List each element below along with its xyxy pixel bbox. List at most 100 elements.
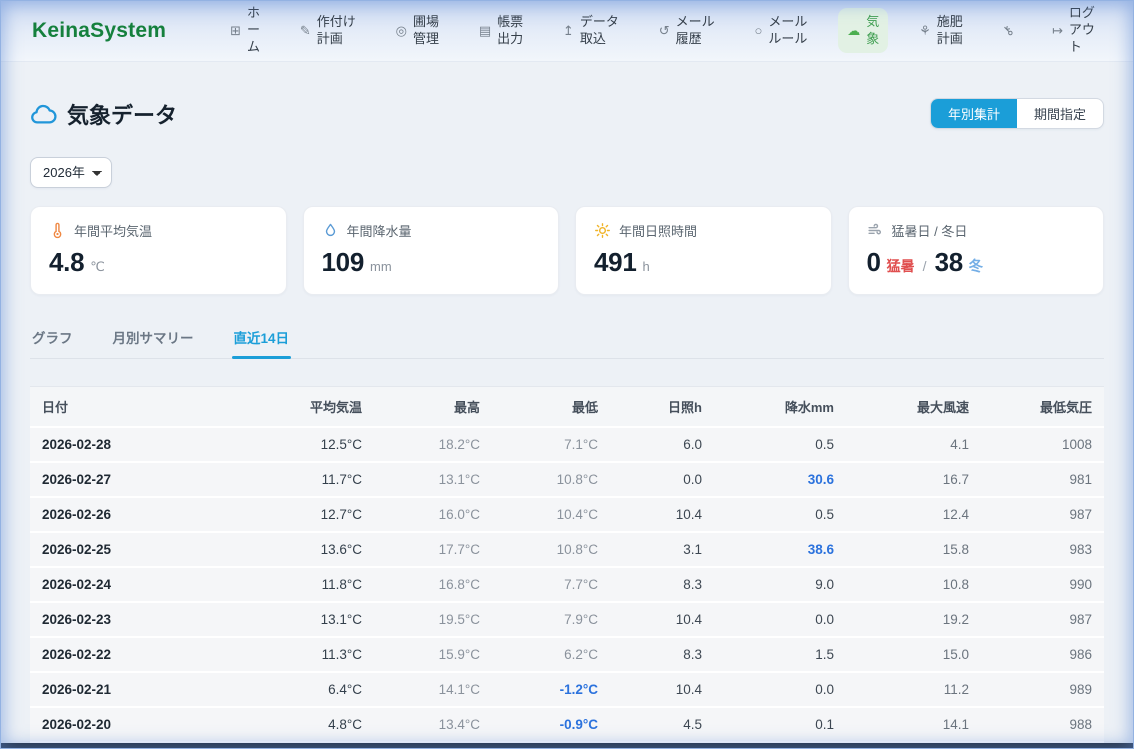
wind-icon bbox=[867, 222, 884, 239]
stat-cards: 年間平均気温 4.8 ℃ 年間降水量 109 mm bbox=[30, 206, 1104, 295]
cell-wind: 4.1 bbox=[846, 427, 981, 462]
cell-avg-temp: 12.5°C bbox=[256, 427, 374, 462]
cell-pressure: 987 bbox=[981, 602, 1104, 637]
cell-rain: 30.6 bbox=[714, 462, 846, 497]
cell-wind: 15.0 bbox=[846, 637, 981, 672]
nav-item-report-output[interactable]: ▤ 帳票 出力 bbox=[470, 8, 532, 54]
main: 気象データ 年別集計 期間指定 2026年 年間平均気温 bbox=[0, 62, 1134, 749]
cell-max-temp: 17.7°C bbox=[374, 532, 492, 567]
cell-sunshine: 10.4 bbox=[610, 497, 714, 532]
cell-pressure: 983 bbox=[981, 532, 1104, 567]
cell-wind: 19.2 bbox=[846, 602, 981, 637]
cell-pressure: 989 bbox=[981, 672, 1104, 707]
cell-pressure: 987 bbox=[981, 497, 1104, 532]
column-header: 最高 bbox=[374, 387, 492, 428]
cell-date: 2026-02-21 bbox=[30, 672, 256, 707]
cell-avg-temp: 13.6°C bbox=[256, 532, 374, 567]
cell-wind: 15.8 bbox=[846, 532, 981, 567]
bottom-edge bbox=[0, 743, 1134, 749]
cell-sunshine: 10.4 bbox=[610, 672, 714, 707]
nav-item-field-management[interactable]: ◎ 圃場 管理 bbox=[387, 8, 448, 54]
stat-hot-days-label: 猛暑 bbox=[887, 256, 915, 276]
cell-min-temp: 7.7°C bbox=[492, 567, 610, 602]
table-body: 2026-02-28 12.5°C 18.2°C 7.1°C 6.0 0.5 4… bbox=[30, 427, 1104, 749]
cell-min-temp: 6.2°C bbox=[492, 637, 610, 672]
table-row: 2026-02-22 11.3°C 15.9°C 6.2°C 8.3 1.5 1… bbox=[30, 637, 1104, 672]
cell-max-temp: 15.9°C bbox=[374, 637, 492, 672]
cell-max-temp: 13.4°C bbox=[374, 707, 492, 742]
cell-min-temp: 10.4°C bbox=[492, 497, 610, 532]
column-header: 降水mm bbox=[714, 387, 846, 428]
map-pin-icon: ◎ bbox=[396, 24, 407, 37]
stat-value: 4.8 bbox=[49, 247, 84, 278]
nav-item-planting-plan[interactable]: ✎ 作付け 計画 bbox=[291, 8, 365, 54]
cell-pressure: 988 bbox=[981, 707, 1104, 742]
tab-graph[interactable]: グラフ bbox=[30, 323, 75, 358]
sun-icon bbox=[594, 222, 611, 239]
stat-label: 年間平均気温 bbox=[74, 221, 152, 240]
stat-unit: h bbox=[642, 259, 649, 274]
app-window: KeinaSystem ⊞ ホ ー ム ✎ 作付け 計画 ◎ 圃場 管理 ▤ 帳… bbox=[0, 0, 1134, 749]
cell-max-temp: 18.2°C bbox=[374, 427, 492, 462]
cell-max-temp: 13.1°C bbox=[374, 462, 492, 497]
stat-value: 109 bbox=[322, 247, 364, 278]
cell-avg-temp: 11.3°C bbox=[256, 637, 374, 672]
stat-card-avg-temp: 年間平均気温 4.8 ℃ bbox=[30, 206, 287, 295]
cell-avg-temp: 11.7°C bbox=[256, 462, 374, 497]
sprout-icon: ⚘ bbox=[919, 24, 931, 37]
column-header: 平均気温 bbox=[256, 387, 374, 428]
column-header: 最低 bbox=[492, 387, 610, 428]
stat-label: 年間日照時間 bbox=[619, 221, 697, 240]
cell-max-temp: 14.1°C bbox=[374, 672, 492, 707]
cell-wind: 12.4 bbox=[846, 497, 981, 532]
upload-icon: ↥ bbox=[563, 24, 574, 37]
key-icon: ⚷ bbox=[999, 23, 1015, 39]
nav-item-logout[interactable]: ↦ ログ アウ ト bbox=[1043, 0, 1104, 62]
cell-rain: 0.0 bbox=[714, 672, 846, 707]
column-header: 最低気圧 bbox=[981, 387, 1104, 428]
history-icon: ↺ bbox=[659, 24, 670, 37]
cloud-icon bbox=[30, 101, 57, 128]
nav-item-fertilizer-plan[interactable]: ⚘ 施肥 計画 bbox=[910, 8, 972, 54]
toggle-period-button[interactable]: 期間指定 bbox=[1017, 99, 1103, 128]
cell-date: 2026-02-22 bbox=[30, 637, 256, 672]
cell-rain: 38.6 bbox=[714, 532, 846, 567]
nav-item-mail-history[interactable]: ↺ メール 履歴 bbox=[650, 8, 724, 54]
cloud-icon: ☁ bbox=[847, 24, 860, 37]
table-row: 2026-02-26 12.7°C 16.0°C 10.4°C 10.4 0.5… bbox=[30, 497, 1104, 532]
title-row: 気象データ 年別集計 期間指定 bbox=[30, 98, 1104, 130]
cell-pressure: 981 bbox=[981, 462, 1104, 497]
cell-wind: 10.8 bbox=[846, 567, 981, 602]
year-select[interactable]: 2026年 bbox=[30, 157, 112, 188]
nav-item-password[interactable]: ⚷ bbox=[994, 18, 1022, 43]
circle-icon: ○ bbox=[755, 24, 763, 37]
cell-rain: 0.5 bbox=[714, 427, 846, 462]
table-row: 2026-02-28 12.5°C 18.2°C 7.1°C 6.0 0.5 4… bbox=[30, 427, 1104, 462]
table-header-row: 日付 平均気温 最高 最低 日照h 降水mm 最大風速 最低気圧 bbox=[30, 387, 1104, 428]
cell-pressure: 986 bbox=[981, 637, 1104, 672]
table-row: 2026-02-20 4.8°C 13.4°C -0.9°C 4.5 0.1 1… bbox=[30, 707, 1104, 742]
toggle-yearly-button[interactable]: 年別集計 bbox=[931, 99, 1017, 128]
cell-sunshine: 3.1 bbox=[610, 532, 714, 567]
stat-winter-days-value: 38 bbox=[935, 247, 963, 278]
stat-unit: mm bbox=[370, 259, 392, 274]
column-header: 日付 bbox=[30, 387, 256, 428]
tab-monthly-summary[interactable]: 月別サマリー bbox=[111, 323, 196, 358]
stat-label: 年間降水量 bbox=[347, 221, 412, 240]
tab-recent-14days[interactable]: 直近14日 bbox=[232, 323, 292, 358]
cell-avg-temp: 12.7°C bbox=[256, 497, 374, 532]
thermometer-icon bbox=[49, 222, 66, 239]
cell-pressure: 990 bbox=[981, 567, 1104, 602]
year-select-wrap: 2026年 bbox=[30, 157, 1104, 188]
nav-item-mail-rules[interactable]: ○ メール ルール bbox=[746, 8, 817, 54]
cell-max-temp: 19.5°C bbox=[374, 602, 492, 637]
brand-logo[interactable]: KeinaSystem bbox=[32, 19, 166, 43]
stat-value: 491 bbox=[594, 247, 636, 278]
nav-item-home[interactable]: ⊞ ホ ー ム bbox=[221, 0, 269, 62]
header: KeinaSystem ⊞ ホ ー ム ✎ 作付け 計画 ◎ 圃場 管理 ▤ 帳… bbox=[0, 0, 1134, 62]
weather-table: 日付 平均気温 最高 最低 日照h 降水mm 最大風速 最低気圧 2026-02… bbox=[30, 386, 1104, 749]
nav-item-data-import[interactable]: ↥ データ 取込 bbox=[554, 8, 628, 54]
cell-wind: 11.2 bbox=[846, 672, 981, 707]
tab-bar: グラフ 月別サマリー 直近14日 bbox=[30, 323, 1104, 359]
nav-item-weather[interactable]: ☁ 気 象 bbox=[838, 8, 888, 54]
